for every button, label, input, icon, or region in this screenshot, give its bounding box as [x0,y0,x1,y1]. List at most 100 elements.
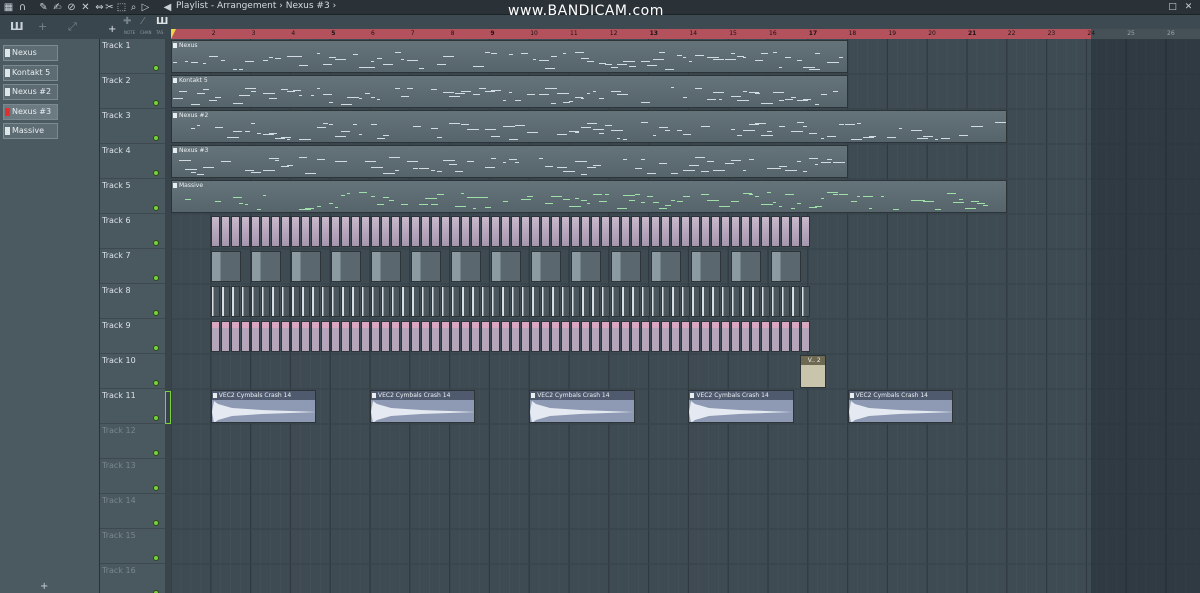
drum-clip[interactable] [290,251,321,282]
drum-clip[interactable] [610,216,620,247]
drum-clip[interactable] [700,321,710,352]
drum-clip[interactable] [320,286,330,317]
drum-clip[interactable] [300,321,310,352]
drum-clip[interactable] [350,286,360,317]
drum-clip[interactable] [360,286,370,317]
drum-clip[interactable] [570,216,580,247]
drum-clip[interactable] [470,286,480,317]
drum-clip[interactable] [670,216,680,247]
track-header[interactable]: Track 1 [100,39,165,74]
drum-clip[interactable] [230,216,240,247]
drum-clip[interactable] [720,321,730,352]
picker-item[interactable]: Nexus #3 [3,103,58,120]
drum-clip[interactable] [400,321,410,352]
drum-clip[interactable] [410,286,420,317]
drum-clip[interactable] [720,286,730,317]
drum-clip[interactable] [360,216,370,247]
track-mute-led[interactable] [153,135,159,141]
audio-clip[interactable]: VEC2 Cymbals Crash 14 [370,390,476,423]
drum-clip[interactable] [400,286,410,317]
drum-clip[interactable] [680,216,690,247]
drum-clip[interactable] [280,286,290,317]
drum-clip[interactable] [650,286,660,317]
drum-clip[interactable] [500,216,510,247]
drum-clip[interactable] [370,286,380,317]
drum-clip[interactable] [770,321,780,352]
mute-icon[interactable]: ⊘ [66,2,77,13]
drum-clip[interactable] [640,216,650,247]
drum-clip[interactable] [220,321,230,352]
timeline-ruler[interactable]: 2 3 4 5 6 7 8 9 10 11 12 13 14 15 16 17 18 19 20 21 22 23 24 25… [171,29,1200,39]
drum-clip[interactable] [800,321,810,352]
drum-clip[interactable] [490,321,500,352]
speaker-icon[interactable]: ◀ [162,2,173,13]
track-mute-led[interactable] [153,380,159,386]
track-mute-led[interactable] [153,485,159,491]
audio-clip[interactable]: VEC2 Cymbals Crash 14 [210,390,317,423]
drum-clip[interactable] [260,216,270,247]
drum-clip[interactable] [730,216,740,247]
add-icon[interactable]: + [38,20,47,33]
drum-clip[interactable] [560,216,570,247]
drum-clip[interactable] [330,321,340,352]
drum-clip[interactable] [740,321,750,352]
audio-clip[interactable]: V.. 2 [799,355,826,388]
drum-clip[interactable] [580,321,590,352]
drum-clip[interactable] [700,286,710,317]
track-header[interactable]: Track 8 [100,284,165,319]
drum-clip[interactable] [330,216,340,247]
track-mute-led[interactable] [153,240,159,246]
drum-clip[interactable] [600,286,610,317]
drum-clip[interactable] [420,321,430,352]
audio-clip[interactable]: VEC2 Cymbals Crash 14 [529,390,635,423]
drum-clip[interactable] [640,321,650,352]
song-start-marker[interactable] [171,29,176,39]
track-header[interactable]: Track 2 [100,74,165,109]
drum-clip[interactable] [340,286,350,317]
drum-clip[interactable] [750,216,760,247]
drum-clip[interactable] [630,321,640,352]
drum-clip[interactable] [310,286,320,317]
drum-clip[interactable] [250,321,260,352]
drum-clip[interactable] [490,251,521,282]
drum-clip[interactable] [550,216,560,247]
drum-clip[interactable] [390,321,400,352]
drum-clip[interactable] [380,216,390,247]
drum-clip[interactable] [430,321,440,352]
drum-clip[interactable] [680,321,690,352]
drum-clip[interactable] [210,321,220,352]
drum-clip[interactable] [760,321,770,352]
drum-clip[interactable] [410,321,420,352]
drum-clip[interactable] [420,286,430,317]
drum-clip[interactable] [350,216,360,247]
menu-icon[interactable]: ▦ [3,2,14,13]
track-mute-led[interactable] [153,310,159,316]
drum-clip[interactable] [450,216,460,247]
drum-clip[interactable] [520,216,530,247]
drum-clip[interactable] [610,286,620,317]
drum-clip[interactable] [470,321,480,352]
pattern-clip[interactable]: Massive [171,180,1007,213]
drum-clip[interactable] [530,216,540,247]
drum-clip[interactable] [210,286,220,317]
drum-clip[interactable] [430,216,440,247]
drum-clip[interactable] [490,216,500,247]
drum-clip[interactable] [760,216,770,247]
drum-clip[interactable] [310,321,320,352]
drum-clip[interactable] [340,216,350,247]
drum-clip[interactable] [730,321,740,352]
drum-clip[interactable] [260,321,270,352]
drum-clip[interactable] [690,251,721,282]
drum-clip[interactable] [280,216,290,247]
drum-clip[interactable] [480,286,490,317]
drum-clip[interactable] [220,286,230,317]
drum-clip[interactable] [230,321,240,352]
drum-clip[interactable] [650,251,681,282]
track-mute-led[interactable] [153,275,159,281]
drum-clip[interactable] [710,286,720,317]
drum-clip[interactable] [240,216,250,247]
audio-clip[interactable]: VEC2 Cymbals Crash 14 [688,390,794,423]
close-button[interactable]: ✕ [1182,1,1195,14]
pencil-icon[interactable]: ⤢ [68,20,77,34]
brush-icon[interactable]: ✍ [52,2,63,13]
